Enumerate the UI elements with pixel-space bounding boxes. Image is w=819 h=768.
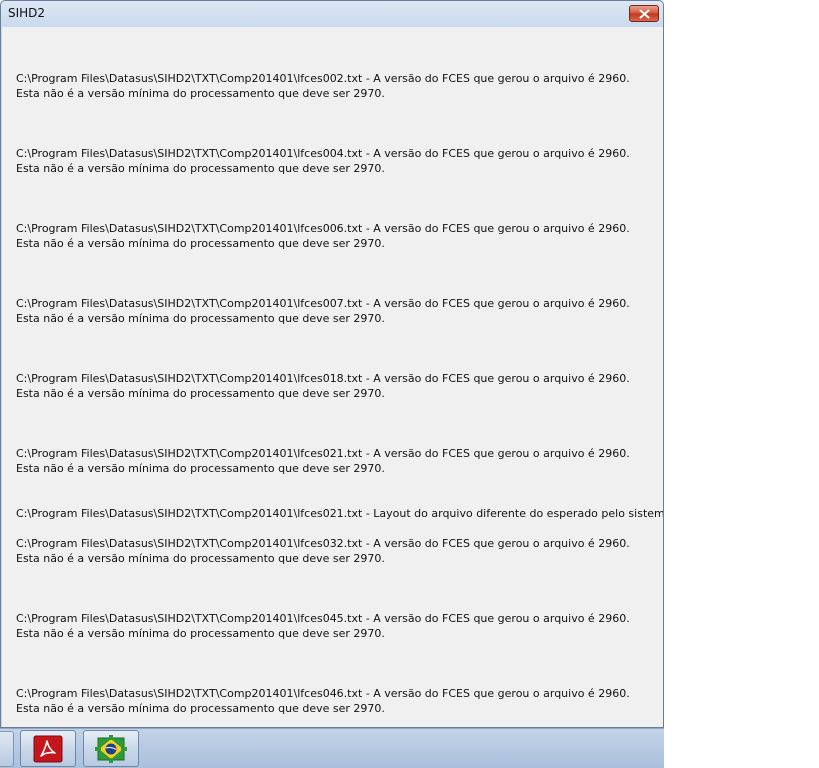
message-line-2: Esta não é a versão mínima do processame… — [16, 552, 385, 565]
message-item: C:\Program Files\Datasus\SIHD2\TXT\Comp2… — [16, 146, 630, 176]
message-line-2: Esta não é a versão mínima do processame… — [16, 87, 385, 100]
message-window: SIHD2 C:\Program Files\Datasus\SIHD2\TXT… — [0, 0, 664, 728]
close-icon — [639, 9, 649, 18]
title-bar[interactable]: SIHD2 — [1, 1, 663, 27]
adobe-pdf-icon — [33, 735, 63, 762]
message-line-2: Esta não é a versão mínima do processame… — [16, 627, 385, 640]
message-item: C:\Program Files\Datasus\SIHD2\TXT\Comp2… — [16, 296, 630, 326]
message-line-1: C:\Program Files\Datasus\SIHD2\TXT\Comp2… — [16, 507, 664, 520]
message-item: C:\Program Files\Datasus\SIHD2\TXT\Comp2… — [16, 686, 630, 716]
message-area: C:\Program Files\Datasus\SIHD2\TXT\Comp2… — [2, 27, 664, 727]
message-line-2: Esta não é a versão mínima do processame… — [16, 162, 385, 175]
taskbar — [0, 728, 664, 768]
message-line-1: C:\Program Files\Datasus\SIHD2\TXT\Comp2… — [16, 147, 630, 160]
message-line-1: C:\Program Files\Datasus\SIHD2\TXT\Comp2… — [16, 537, 630, 550]
message-item: C:\Program Files\Datasus\SIHD2\TXT\Comp2… — [16, 536, 630, 566]
message-line-1: C:\Program Files\Datasus\SIHD2\TXT\Comp2… — [16, 687, 630, 700]
brazil-flag-icon — [95, 734, 127, 763]
taskbar-button-app[interactable] — [83, 730, 139, 767]
message-line-2: Esta não é a versão mínima do processame… — [16, 387, 385, 400]
message-item: C:\Program Files\Datasus\SIHD2\TXT\Comp2… — [16, 371, 630, 401]
message-item: C:\Program Files\Datasus\SIHD2\TXT\Comp2… — [16, 446, 630, 476]
close-button[interactable] — [629, 5, 659, 22]
message-item: C:\Program Files\Datasus\SIHD2\TXT\Comp2… — [16, 221, 630, 251]
message-line-1: C:\Program Files\Datasus\SIHD2\TXT\Comp2… — [16, 72, 630, 85]
message-line-2: Esta não é a versão mínima do processame… — [16, 237, 385, 250]
message-line-1: C:\Program Files\Datasus\SIHD2\TXT\Comp2… — [16, 447, 630, 460]
message-line-1: C:\Program Files\Datasus\SIHD2\TXT\Comp2… — [16, 372, 630, 385]
message-line-2: Esta não é a versão mínima do processame… — [16, 462, 385, 475]
message-item: C:\Program Files\Datasus\SIHD2\TXT\Comp2… — [16, 611, 630, 641]
message-line-2: Esta não é a versão mínima do processame… — [16, 312, 385, 325]
message-line-1: C:\Program Files\Datasus\SIHD2\TXT\Comp2… — [16, 612, 630, 625]
message-line-1: C:\Program Files\Datasus\SIHD2\TXT\Comp2… — [16, 297, 630, 310]
window-title: SIHD2 — [8, 6, 46, 20]
taskbar-button-pdf[interactable] — [20, 730, 76, 767]
message-item: C:\Program Files\Datasus\SIHD2\TXT\Comp2… — [16, 506, 664, 521]
message-line-1: C:\Program Files\Datasus\SIHD2\TXT\Comp2… — [16, 222, 630, 235]
taskbar-start-edge[interactable] — [0, 731, 14, 767]
message-item: C:\Program Files\Datasus\SIHD2\TXT\Comp2… — [16, 71, 630, 101]
message-line-2: Esta não é a versão mínima do processame… — [16, 702, 385, 715]
